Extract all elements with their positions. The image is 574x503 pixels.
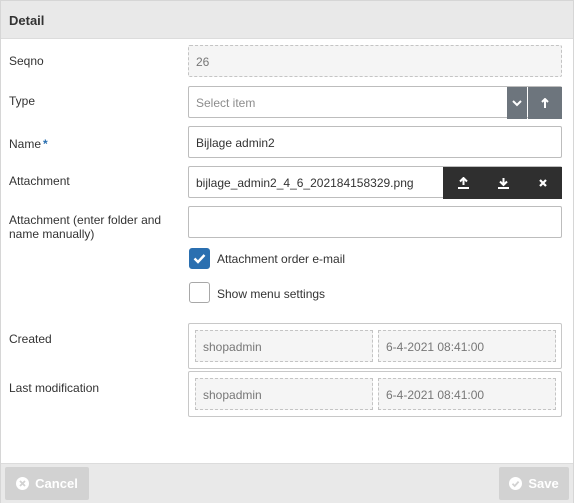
check-circle-icon — [509, 477, 523, 490]
checkmark-icon — [193, 254, 206, 264]
modified-date-field: 6-4-2021 08:41:00 — [378, 378, 556, 410]
last-modification-group: shopadmin 6-4-2021 08:41:00 — [188, 371, 562, 417]
required-mark: * — [43, 137, 48, 151]
attachment-manual-input[interactable] — [188, 206, 562, 238]
type-select[interactable]: Select item — [188, 86, 562, 119]
type-dropdown-toggle[interactable] — [507, 87, 527, 119]
created-date-field: 6-4-2021 08:41:00 — [378, 330, 556, 362]
created-user-field: shopadmin — [195, 330, 373, 362]
cancel-label: Cancel — [35, 476, 78, 491]
save-button[interactable]: Save — [499, 467, 569, 500]
name-value: Bijlage admin2 — [196, 136, 275, 150]
name-input[interactable]: Bijlage admin2 — [188, 126, 562, 158]
seqno-value: 26 — [196, 55, 210, 69]
attachment-label: Attachment — [9, 174, 70, 188]
created-user: shopadmin — [203, 340, 262, 354]
save-label: Save — [528, 476, 559, 491]
download-icon — [497, 177, 509, 189]
type-label: Type — [9, 94, 36, 108]
attachment-value: bijlage_admin2_4_6_202184158329.png — [196, 176, 414, 190]
attachment-manual-label: Attachment (enter folder and name manual… — [9, 213, 162, 241]
panel-title: Detail — [9, 13, 45, 28]
chevron-down-icon — [512, 100, 522, 107]
cancel-button[interactable]: Cancel — [5, 467, 89, 500]
attachment-order-email-checkbox[interactable] — [189, 248, 210, 269]
seqno-label: Seqno — [9, 54, 44, 68]
attachment-order-email-label[interactable]: Attachment order e-mail — [217, 252, 345, 266]
cancel-icon — [16, 477, 30, 490]
last-modification-label: Last modification — [9, 381, 100, 395]
type-upload-button[interactable] — [528, 87, 562, 119]
modified-user-field: shopadmin — [195, 378, 373, 410]
created-group: shopadmin 6-4-2021 08:41:00 — [188, 323, 562, 369]
created-date: 6-4-2021 08:41:00 — [386, 340, 485, 354]
detail-panel: Detail Seqno 26 Type Select item Name * B… — [0, 0, 574, 503]
name-label-text: Name — [9, 137, 42, 151]
show-menu-settings-checkbox[interactable] — [189, 282, 210, 303]
created-label: Created — [9, 332, 52, 346]
show-menu-settings-label[interactable]: Show menu settings — [217, 287, 325, 301]
name-label: Name * — [9, 137, 48, 151]
type-placeholder: Select item — [196, 96, 256, 110]
upload-icon — [457, 176, 469, 189]
upload-button[interactable] — [443, 167, 483, 199]
modified-date: 6-4-2021 08:41:00 — [386, 388, 485, 402]
modified-user: shopadmin — [203, 388, 262, 402]
seqno-field: 26 — [188, 45, 562, 77]
panel-header: Detail — [1, 1, 573, 39]
panel-footer: Cancel Save — [1, 463, 573, 503]
close-icon — [538, 179, 547, 187]
clear-attachment-button[interactable] — [523, 167, 562, 199]
attachment-field[interactable]: bijlage_admin2_4_6_202184158329.png — [188, 166, 562, 199]
download-button[interactable] — [483, 167, 523, 199]
upload-icon — [541, 97, 549, 108]
